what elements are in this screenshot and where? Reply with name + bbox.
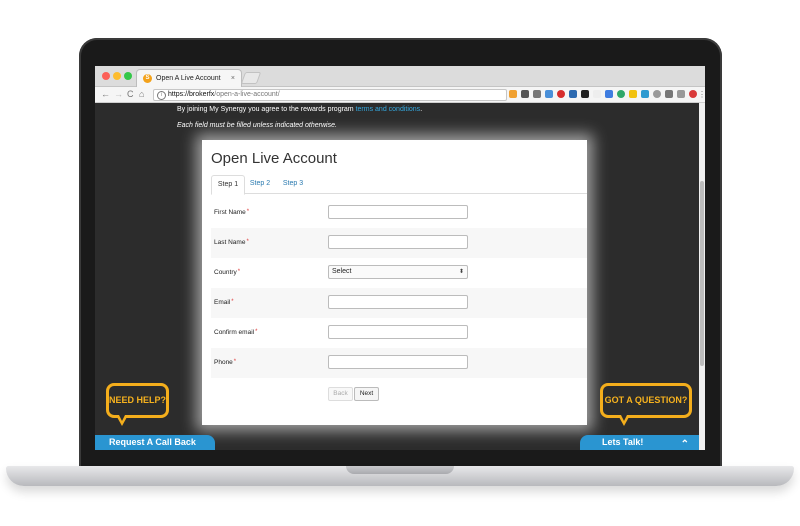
home-icon[interactable]: ⌂ [139,87,144,102]
request-call-back-button[interactable]: Request A Call Back [95,435,215,450]
form-row-country: Country* Select ⬍ [211,258,587,288]
extension-icon[interactable] [689,90,697,98]
info-icon[interactable]: i [157,91,166,100]
open-account-card: Open Live Account Step 1 Step 2 Step 3 F… [202,140,587,425]
email-label: Email* [214,299,234,306]
got-question-bubble[interactable]: GOT A QUESTION? [600,383,692,418]
extension-icon[interactable] [569,90,577,98]
terms-link[interactable]: terms and conditions [356,106,421,113]
browser-tab[interactable]: S Open A Live Account × [136,69,242,87]
arrow-icon[interactable] [593,90,601,98]
next-button[interactable]: Next [354,387,379,401]
back-arrow-icon[interactable]: ← [101,87,110,102]
lets-talk-label: Lets Talk! [602,437,644,447]
tab-title: Open A Live Account [156,75,221,82]
extension-icon[interactable] [629,90,637,98]
tab-step-3[interactable]: Step 3 [277,175,309,193]
close-window-button[interactable] [102,72,110,80]
extension-icon[interactable] [641,90,649,98]
forward-arrow-icon[interactable]: → [114,87,123,102]
extension-icon[interactable] [617,90,625,98]
reload-icon[interactable]: C [127,87,134,102]
need-help-bubble[interactable]: NEED HELP? [106,383,169,418]
phone-field[interactable] [328,355,468,369]
zoom-window-button[interactable] [124,72,132,80]
page-scrollbar[interactable] [699,103,705,450]
minimize-window-button[interactable] [113,72,121,80]
phone-label: Phone* [214,359,237,366]
country-select-value: Select [332,268,352,275]
form-row-email: Email* [211,288,587,318]
extension-icon[interactable] [509,90,517,98]
scrollbar-thumb[interactable] [700,181,704,366]
url-text: https://brokerfx/open-a-live-account/ [168,91,280,98]
back-button[interactable]: Back [328,387,353,401]
required-note: Each field must be filled unless indicat… [177,122,337,129]
pinterest-icon[interactable] [557,90,565,98]
eyedropper-icon[interactable] [521,90,529,98]
form-row-confirm-email: Confirm email* [211,318,587,348]
flag-icon[interactable] [581,90,589,98]
synergy-favicon-icon: S [143,74,152,83]
laptop-notch [346,466,454,474]
extension-icon[interactable] [677,90,685,98]
rewards-notice: By joining My Synergy you agree to the r… [177,106,423,113]
country-label: Country* [214,269,241,276]
page-title: Open Live Account [211,150,337,167]
laptop-screen: S Open A Live Account × ← → C ⌂ i https:… [95,66,705,450]
need-help-bubble-tail-inner [119,415,125,421]
step-tabs: Step 1 Step 2 Step 3 [211,175,587,195]
screen-icon[interactable] [545,90,553,98]
confirm-email-field[interactable] [328,325,468,339]
lets-talk-bar[interactable]: Lets Talk! ⌃ [580,435,699,450]
first-name-label: First Name* [214,209,250,216]
page-content: By joining My Synergy you agree to the r… [95,103,705,450]
browser-toolbar: ← → C ⌂ i https://brokerfx/open-a-live-a… [95,87,705,103]
camera-icon[interactable] [665,90,673,98]
chevron-up-icon[interactable]: ⌃ [681,437,689,450]
confirm-email-label: Confirm email* [214,329,258,336]
close-tab-icon[interactable]: × [231,70,235,87]
address-bar[interactable]: i https://brokerfx/open-a-live-account/ [153,89,507,101]
form-row-phone: Phone* [211,348,587,378]
select-arrows-icon: ⬍ [458,269,464,275]
menu-icon[interactable]: ⋮ [698,87,705,102]
last-name-field[interactable] [328,235,468,249]
translate-icon[interactable] [605,90,613,98]
last-name-label: Last Name* [214,239,249,246]
form-row-last-name: Last Name* [211,228,587,258]
browser-titlebar: S Open A Live Account × [95,66,705,87]
form-row-first-name: First Name* [211,198,587,228]
got-question-bubble-tail-inner [621,415,627,421]
email-field[interactable] [328,295,468,309]
tab-step-1[interactable]: Step 1 [211,175,245,195]
country-select[interactable]: Select ⬍ [328,265,468,279]
tab-step-2[interactable]: Step 2 [244,175,276,193]
first-name-field[interactable] [328,205,468,219]
new-tab-button[interactable] [240,72,262,84]
mic-icon[interactable] [533,90,541,98]
comment-icon[interactable] [653,90,661,98]
